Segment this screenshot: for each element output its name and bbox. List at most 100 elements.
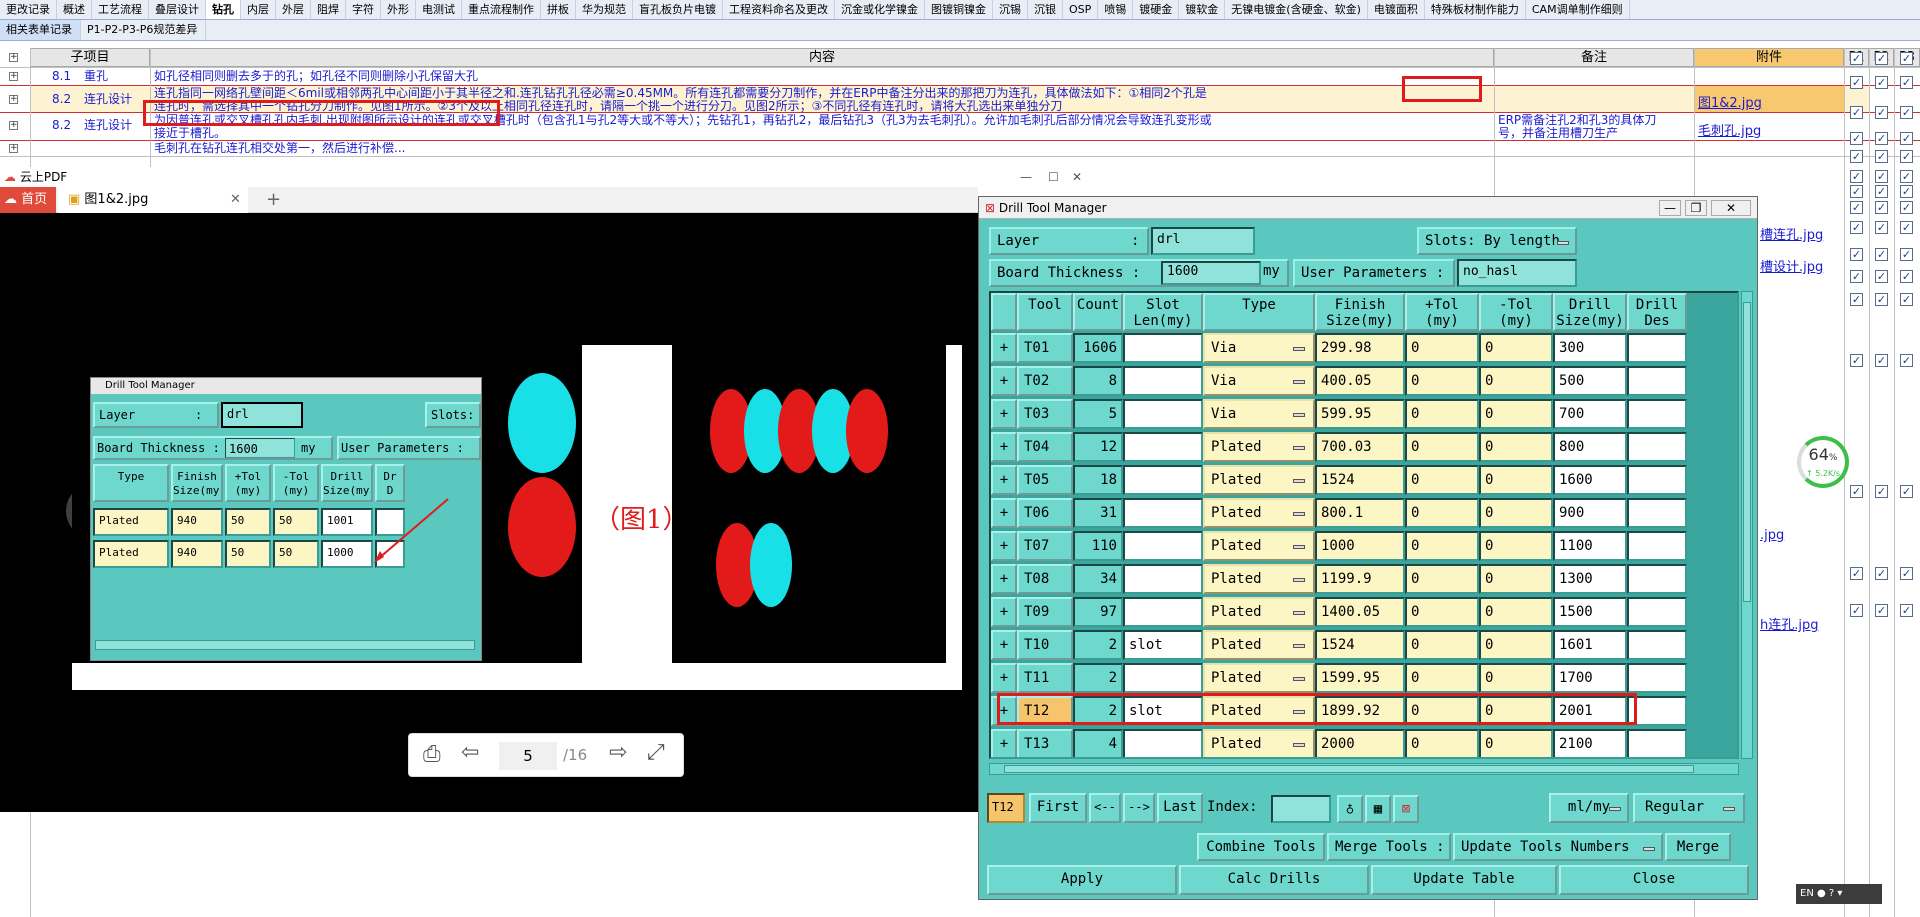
column-header[interactable]: Drill Size(my) xyxy=(1553,293,1627,331)
attachment-link-fig12[interactable]: 图1&2.jpg xyxy=(1698,92,1762,111)
slot-length-field[interactable] xyxy=(1123,498,1203,528)
user-parameters-field[interactable]: no_hasl xyxy=(1457,259,1577,287)
sheet-tab[interactable]: 重点流程制作 xyxy=(462,0,541,19)
slot-length-field[interactable] xyxy=(1123,366,1203,396)
drill-size-field[interactable]: 1600 xyxy=(1553,465,1627,495)
drill-des-field[interactable] xyxy=(1627,465,1687,495)
pdf-document-tab[interactable]: ▣ 图1&2.jpg ✕ xyxy=(58,187,248,213)
checkbox[interactable]: ✓ xyxy=(1850,270,1863,283)
attachment-link-jpg[interactable]: .jpg xyxy=(1760,528,1784,543)
plus-tol-field[interactable]: 0 xyxy=(1405,366,1479,396)
slot-length-field[interactable] xyxy=(1123,333,1203,363)
checkbox[interactable]: ✓ xyxy=(1875,293,1888,306)
finish-size-field[interactable]: 1524 xyxy=(1315,630,1405,660)
drill-des-field[interactable] xyxy=(1627,366,1687,396)
drill-size-field[interactable]: 900 xyxy=(1553,498,1627,528)
checkbox[interactable]: ✓ xyxy=(1900,76,1913,89)
checkbox[interactable]: ✓ xyxy=(1875,221,1888,234)
row-expand-icon[interactable]: + xyxy=(9,95,18,104)
index-field[interactable] xyxy=(1271,795,1331,823)
type-selector[interactable]: Via xyxy=(1203,366,1315,396)
row-expand-icon[interactable]: + xyxy=(991,729,1017,757)
row-expand-icon[interactable]: + xyxy=(9,53,18,62)
sheet-tab[interactable]: 叠层设计 xyxy=(149,0,206,19)
scrollbar-thumb[interactable] xyxy=(1004,765,1694,773)
row-expand-icon[interactable]: + xyxy=(991,366,1017,396)
maximize-icon[interactable]: ☐ xyxy=(1048,167,1059,187)
checkbox[interactable]: ✓ xyxy=(1850,567,1863,580)
finish-size-field[interactable]: 800.1 xyxy=(1315,498,1405,528)
sheet-tab[interactable]: 外形 xyxy=(381,0,416,19)
sheet-tab[interactable]: 工程资料命名及更改 xyxy=(723,0,835,19)
minus-tol-field[interactable]: 0 xyxy=(1479,498,1553,528)
type-selector[interactable]: Plated xyxy=(1203,498,1315,528)
sheet-tab[interactable]: 沉银 xyxy=(1028,0,1063,19)
mode-selector[interactable]: Regular xyxy=(1633,793,1745,823)
row-expand-icon[interactable]: + xyxy=(991,432,1017,462)
plus-tol-field[interactable]: 0 xyxy=(1405,663,1479,693)
checkbox[interactable]: ✓ xyxy=(1875,270,1888,283)
sheet-tab[interactable]: 拼板 xyxy=(541,0,576,19)
slot-length-field[interactable] xyxy=(1123,432,1203,462)
checkbox[interactable]: ✓ xyxy=(1900,293,1913,306)
minus-tol-field[interactable]: 0 xyxy=(1479,531,1553,561)
header-sub-item[interactable]: 子项目 xyxy=(30,48,150,67)
checkbox[interactable]: ✓ xyxy=(1850,185,1863,198)
header-remark[interactable]: 备注 xyxy=(1494,48,1694,67)
drill-size-field[interactable]: 300 xyxy=(1553,333,1627,363)
minus-tol-field[interactable]: 0 xyxy=(1479,663,1553,693)
slot-length-field[interactable] xyxy=(1123,399,1203,429)
drill-size-field[interactable]: 2100 xyxy=(1553,729,1627,757)
checkbox[interactable]: ✓ xyxy=(1900,567,1913,580)
checkbox[interactable]: ✓ xyxy=(1875,170,1888,183)
checkbox[interactable]: ✓ xyxy=(1850,52,1863,65)
column-header[interactable]: Type xyxy=(1203,293,1315,331)
checkbox[interactable]: ✓ xyxy=(1875,150,1888,163)
close-icon[interactable]: ✕ xyxy=(1711,200,1751,216)
scrollbar-thumb[interactable] xyxy=(1743,302,1751,602)
sheet-tab[interactable]: 图镀铜镍金 xyxy=(925,0,993,19)
attachment-link-burr-hole[interactable]: 毛刺孔.jpg xyxy=(1698,120,1761,139)
drill-des-field[interactable] xyxy=(1627,729,1687,757)
type-selector[interactable]: Plated xyxy=(1203,432,1315,462)
tool-id[interactable]: T04 xyxy=(1017,432,1073,462)
row-1-content[interactable]: 如孔径相同则删去多于的孔；如孔径不同则删除小孔保留大孔 xyxy=(154,70,478,83)
attachment-link-h-hole[interactable]: h连孔.jpg xyxy=(1760,614,1819,633)
drill-size-field[interactable]: 1500 xyxy=(1553,597,1627,627)
type-selector[interactable]: Plated xyxy=(1203,729,1315,757)
row-expand-icon[interactable]: + xyxy=(991,333,1017,363)
checkbox[interactable]: ✓ xyxy=(1850,485,1863,498)
checkbox[interactable]: ✓ xyxy=(1900,170,1913,183)
next-button[interactable]: --> xyxy=(1123,793,1155,823)
sheet-tab[interactable]: OSP xyxy=(1063,0,1099,19)
slot-length-field[interactable] xyxy=(1123,597,1203,627)
checkbox[interactable]: ✓ xyxy=(1875,185,1888,198)
row-expand-icon[interactable]: + xyxy=(9,121,18,130)
sheet-tab[interactable]: 沉金或化学镍金 xyxy=(835,0,925,19)
plus-tol-field[interactable]: 0 xyxy=(1405,729,1479,757)
finish-size-field[interactable]: 299.98 xyxy=(1315,333,1405,363)
close-icon[interactable]: ✕ xyxy=(1072,167,1082,187)
drill-size-field[interactable]: 500 xyxy=(1553,366,1627,396)
finish-size-field[interactable]: 1524 xyxy=(1315,465,1405,495)
minus-tol-field[interactable]: 0 xyxy=(1479,432,1553,462)
sheet-tab[interactable]: 沉锡 xyxy=(993,0,1028,19)
sheet-tab[interactable]: 外层 xyxy=(276,0,311,19)
finish-size-field[interactable]: 1400.05 xyxy=(1315,597,1405,627)
checkbox[interactable]: ✓ xyxy=(1900,52,1913,65)
column-header[interactable]: Tool xyxy=(1017,293,1073,331)
row-expand-icon[interactable]: + xyxy=(9,144,18,153)
finish-size-field[interactable]: 1199.9 xyxy=(1315,564,1405,594)
prev-page-icon[interactable]: ⇦ xyxy=(461,740,479,765)
checkbox[interactable]: ✓ xyxy=(1900,354,1913,367)
column-header[interactable]: Slot Len(my) xyxy=(1123,293,1203,331)
tool-id[interactable]: T01 xyxy=(1017,333,1073,363)
minimize-icon[interactable]: — xyxy=(1659,200,1681,216)
slots-selector[interactable]: Slots: By length xyxy=(1417,227,1577,255)
next-page-icon[interactable]: ⇨ xyxy=(609,740,627,765)
row-expand-icon[interactable]: + xyxy=(991,531,1017,561)
cancel-icon[interactable]: ⊠ xyxy=(1393,795,1419,823)
attachment-link-slot-hole[interactable]: 槽连孔.jpg xyxy=(1760,224,1823,243)
drill-size-field[interactable]: 1700 xyxy=(1553,663,1627,693)
drill-size-field[interactable]: 1601 xyxy=(1553,630,1627,660)
